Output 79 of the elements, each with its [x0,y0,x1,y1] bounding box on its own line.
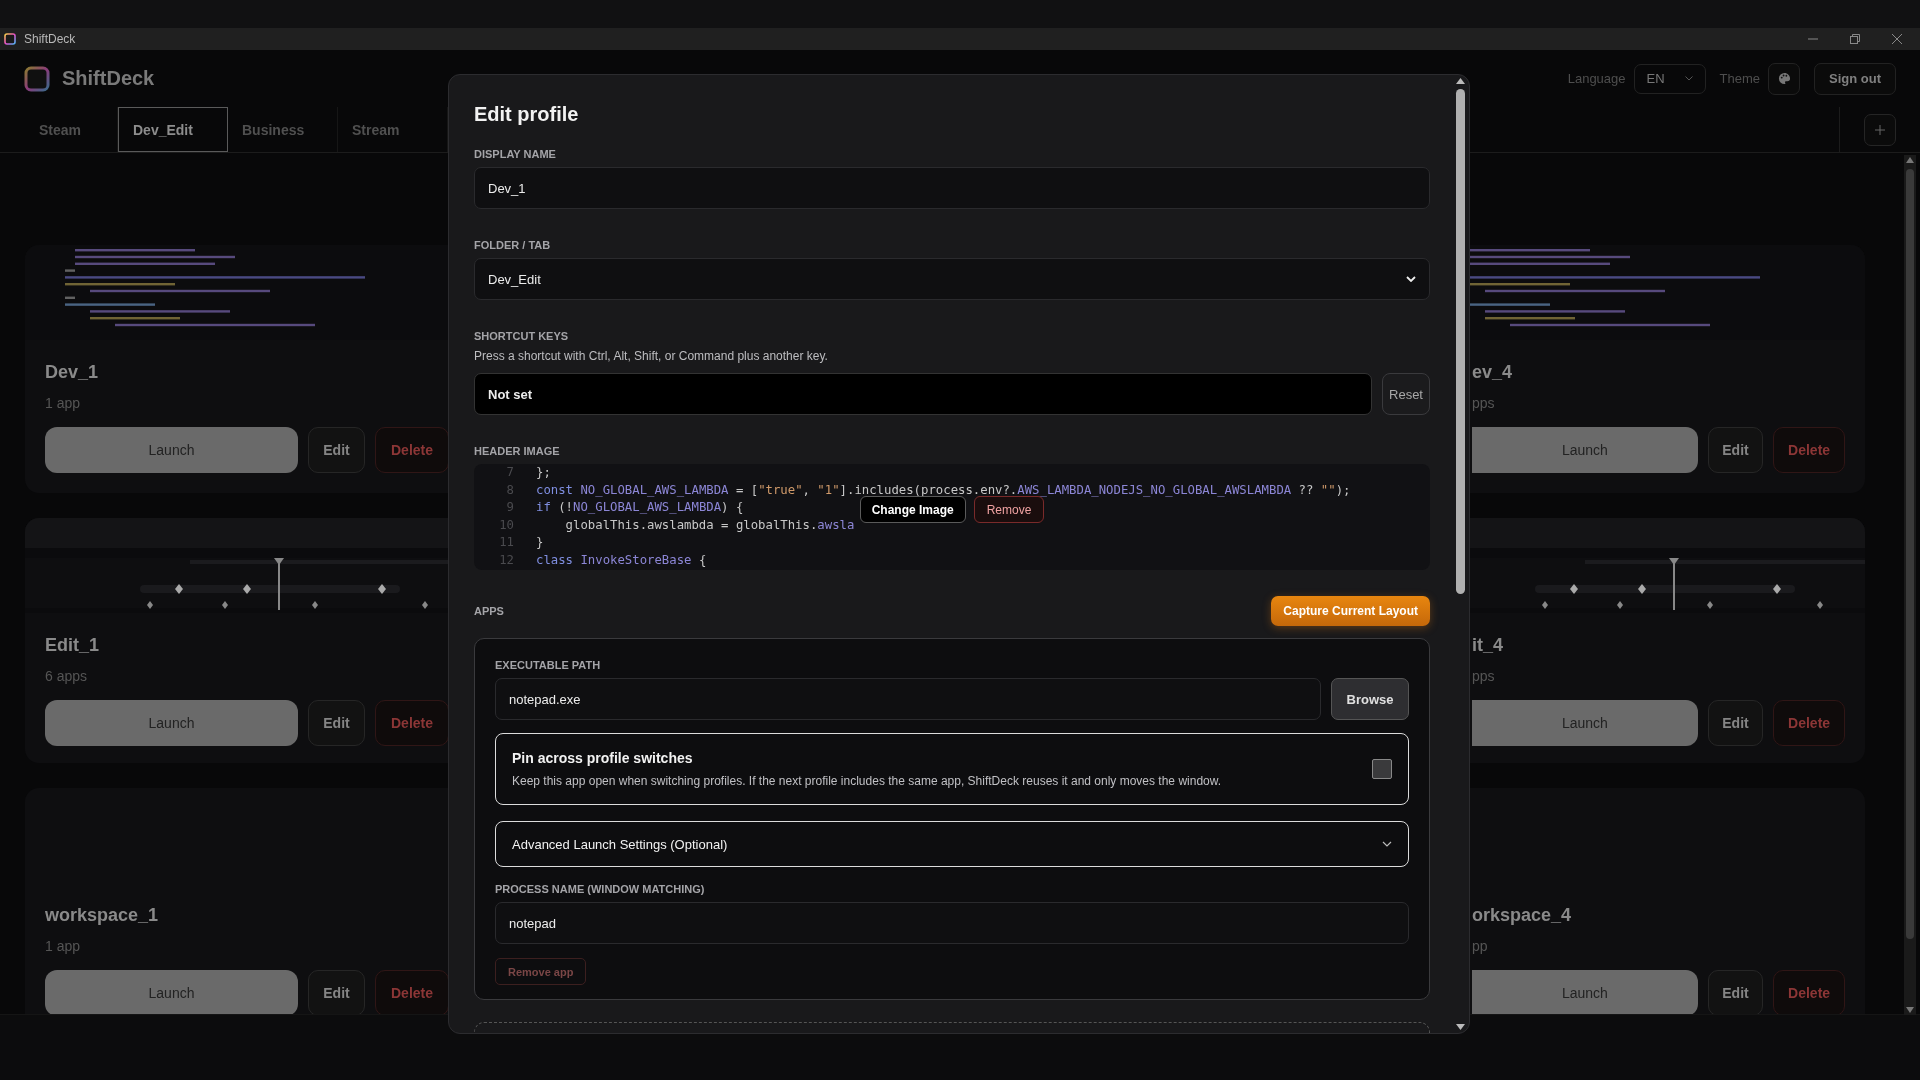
edit-button[interactable]: Edit [1707,700,1764,746]
line-number: 11 [498,534,515,552]
chevron-icon [1382,841,1392,847]
display-name-field[interactable]: Dev_1 [474,167,1430,209]
shortcut-field[interactable]: Not set [474,373,1372,415]
field-label: EXECUTABLE PATH [495,659,602,671]
scrollbar[interactable] [1454,77,1467,1032]
edit-button[interactable]: Edit [1707,427,1764,473]
language-select[interactable]: EN [1633,63,1706,94]
theme-label: Theme [1719,71,1760,86]
app-count: 1 app [45,938,82,954]
line-number: 8 [505,481,515,499]
remove-app-button[interactable]: Remove app [495,958,587,985]
field-label: PROCESS NAME (WINDOW MATCHING) [495,883,706,895]
app-count: pps [1472,668,1496,684]
edit-button[interactable]: Edit [308,700,365,746]
field-label: HEADER IMAGE [474,445,561,457]
profile-name: Dev_1 [45,362,100,383]
code-line: class InvokeStoreBase { [536,551,707,569]
app-logo-icon [24,65,50,92]
profile-name: Edit_1 [45,635,101,656]
field-label: FOLDER / TAB [474,239,552,251]
language-label: Language [1567,71,1626,86]
edit-button[interactable]: Edit [1707,970,1764,1016]
close-icon[interactable] [1892,34,1902,44]
code-line: }; [536,464,551,481]
capture-layout-button[interactable]: Capture Current Layout [1271,596,1430,626]
folder-tab[interactable]: Dev_Edit [118,107,228,152]
palette-icon [1777,72,1791,85]
line-number: 9 [505,499,515,517]
field-label: DISPLAY NAME [474,148,557,160]
dialog-title: Edit profile [474,103,580,126]
app-count: pp [1472,938,1489,954]
advanced-settings-toggle[interactable]: Advanced Launch Settings (Optional) [495,821,1409,867]
code-line: if (!NO_GLOBAL_AWS_LAMBDA) { [536,499,744,517]
chevron-down-icon [1406,276,1416,282]
launch-button[interactable]: Launch [1472,700,1698,746]
code-line: globalThis.awslambda = globalThis.awsla [564,516,855,534]
line-number: 10 [498,516,515,534]
launch-button[interactable]: Launch [45,970,298,1016]
process-name-field[interactable]: notepad [495,902,1409,944]
launch-button[interactable]: Launch [45,427,298,473]
profile-name: orkspace_4 [1472,905,1573,926]
line-number: 12 [498,551,515,569]
launch-button[interactable]: Launch [45,700,298,746]
remove-image-button[interactable]: Remove [973,496,1045,523]
line-number: 7 [505,464,515,481]
section-label: APPS [474,605,504,617]
profile-name: workspace_1 [45,905,160,926]
plus-icon [1875,124,1885,135]
scrollbar[interactable] [1904,155,1916,1015]
field-label: SHORTCUT KEYS [474,330,570,342]
app-count: 6 apps [45,668,89,684]
window-title: ShiftDeck [24,32,76,46]
executable-path-field[interactable]: notepad.exe [495,678,1321,720]
app-count: pps [1472,395,1496,411]
help-text: Press a shortcut with Ctrl, Alt, Shift, or Command plus another key. [474,349,829,363]
code-line: const NO_GLOBAL_AWS_LAMBDA = ["true", "1"].includes(process.env?.AWS_LAMBDA_NODEJS_NO_GLOBAL_AWSLAMBDA ?? ""); [536,481,1351,499]
app-logo-icon [4,33,16,45]
change-image-button[interactable]: Change Image [859,496,966,523]
restore-icon[interactable] [1850,34,1860,44]
launch-button[interactable]: Launch [1472,970,1698,1016]
edit-button[interactable]: Edit [308,970,365,1016]
option-description: Keep this app open when switching profiles. If the next profile includes the same app, ShiftDeck reuses it and only moves the window. [512,774,1223,788]
app-count: 1 app [45,395,82,411]
code-line: } [536,534,544,552]
app-name: ShiftDeck [62,67,155,90]
reset-button[interactable]: Reset [1382,373,1430,415]
browse-button[interactable]: Browse [1331,678,1409,720]
folder-select[interactable]: Dev_Edit [474,258,1430,300]
sign-out-button[interactable]: Sign out [1814,62,1896,95]
profile-name: it_4 [1472,635,1505,656]
checkbox[interactable] [1372,759,1392,779]
profile-name: ev_4 [1472,362,1514,383]
edit-button[interactable]: Edit [308,427,365,473]
chevron-down-icon [1684,76,1693,81]
theme-button[interactable] [1768,62,1800,95]
launch-button[interactable]: Launch [1472,427,1698,473]
option-title: Pin across profile switches [512,750,694,766]
